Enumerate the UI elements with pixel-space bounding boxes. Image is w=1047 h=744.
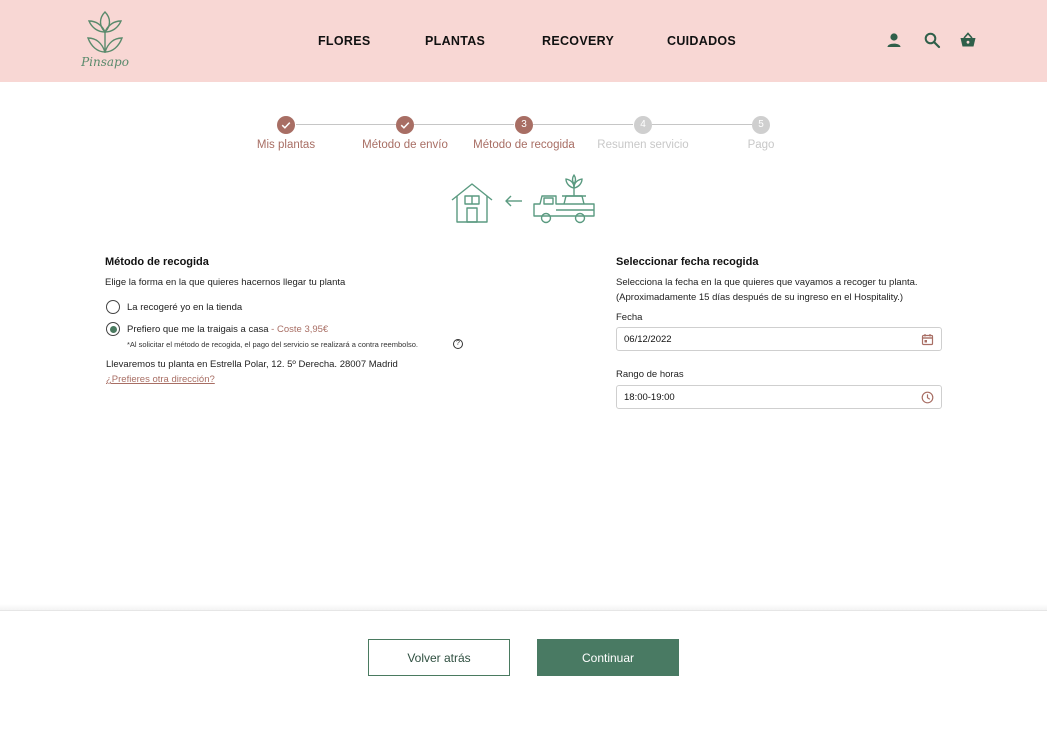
site-header: Pinsapo FLORES PLANTAS RECOVERY CUIDADOS: [0, 0, 1047, 82]
date-label: Fecha: [616, 312, 643, 323]
pickup-store-label[interactable]: La recogeré yo en la tienda: [127, 302, 242, 313]
change-address-link[interactable]: ¿Prefieres otra dirección?: [106, 374, 215, 385]
step-5-label: Pago: [747, 139, 775, 151]
pickup-cost-separator: -: [268, 324, 277, 335]
step-1-label[interactable]: Mis plantas: [257, 139, 315, 151]
pickup-home-text: Prefiero que me la traigais a casa: [127, 324, 269, 335]
house-icon: [451, 183, 493, 223]
action-footer: [0, 610, 1047, 744]
nav-flores[interactable]: FLORES: [318, 34, 371, 48]
pickup-address: Llevaremos tu planta en Estrella Polar, …: [106, 359, 398, 370]
home-pickup-truck-illustration: [451, 174, 595, 224]
step-2-check-icon[interactable]: [396, 116, 414, 134]
step-connector: [296, 124, 396, 125]
step-1-check-icon[interactable]: [277, 116, 295, 134]
pickup-method-title: Método de recogida: [105, 256, 209, 268]
arrow-left-icon: [505, 195, 522, 207]
step-4-number: 4: [634, 116, 652, 134]
hours-label: Rango de horas: [616, 369, 684, 380]
hours-field[interactable]: [616, 385, 942, 409]
step-connector: [533, 124, 633, 125]
schedule-title: Seleccionar fecha recogida: [616, 256, 759, 268]
pickup-cost: Coste 3,95€: [276, 324, 329, 335]
step-3-label: Método de recogida: [473, 139, 575, 151]
search-icon[interactable]: [923, 31, 941, 49]
user-icon[interactable]: [885, 31, 903, 49]
step-5-number: 5: [752, 116, 770, 134]
date-input[interactable]: [624, 328, 904, 350]
step-2-label[interactable]: Método de envío: [362, 139, 448, 151]
step-connector: [414, 124, 514, 125]
pickup-store-radio[interactable]: [106, 300, 120, 314]
truck-with-plant-icon: [533, 174, 595, 224]
brand-name: Pinsapo: [81, 55, 129, 69]
step-connector: [652, 124, 752, 125]
pickup-home-radio[interactable]: [106, 322, 120, 336]
brand-logo[interactable]: Pinsapo: [78, 8, 132, 74]
basket-icon[interactable]: [959, 31, 977, 49]
calendar-icon[interactable]: [921, 333, 934, 346]
date-field[interactable]: [616, 327, 942, 351]
continue-button[interactable]: Continuar: [537, 639, 679, 676]
nav-cuidados[interactable]: CUIDADOS: [667, 34, 736, 48]
help-icon[interactable]: ?: [453, 339, 463, 349]
pickup-method-subtitle: Elige la forma en la que quieres hacerno…: [105, 277, 346, 288]
schedule-desc-line2: (Aproximadamente 15 días después de su i…: [616, 292, 904, 303]
back-button[interactable]: Volver atrás: [368, 639, 510, 676]
step-4-label: Resumen servicio: [597, 139, 689, 151]
clock-icon[interactable]: [921, 391, 934, 404]
step-3-number[interactable]: 3: [515, 116, 533, 134]
nav-plantas[interactable]: PLANTAS: [425, 34, 485, 48]
leaf-logo-icon: [86, 11, 124, 53]
hours-input[interactable]: [624, 386, 904, 408]
pickup-home-label[interactable]: Prefiero que me la traigais a casa - Cos…: [127, 324, 328, 335]
cod-note: *Al solicitar el método de recogida, el …: [127, 340, 418, 349]
schedule-desc-line1: Selecciona la fecha en la que quieres qu…: [616, 277, 918, 288]
nav-recovery[interactable]: RECOVERY: [542, 34, 614, 48]
